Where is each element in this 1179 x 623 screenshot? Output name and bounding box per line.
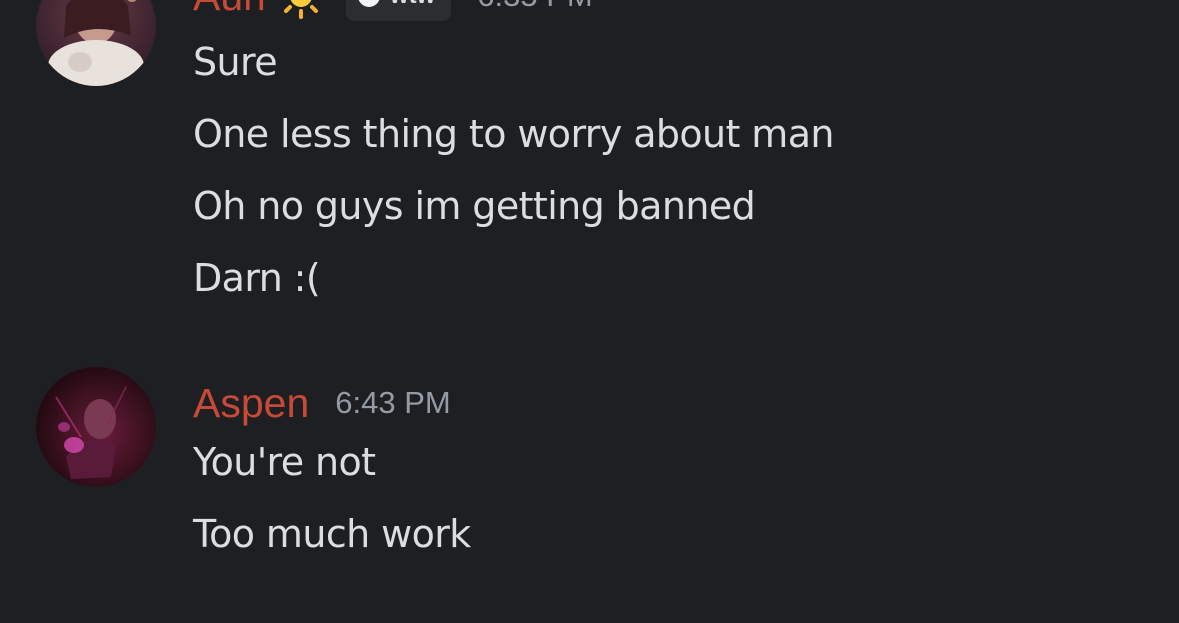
sun-icon (278, 0, 324, 19)
message-text: Too much work (193, 512, 471, 556)
message-header: Aspen 6:43 PM (193, 375, 451, 431)
message-text: One less thing to worry about man (193, 112, 835, 156)
message-text: Oh no guys im getting banned (193, 184, 756, 228)
avatar[interactable] (36, 0, 156, 86)
timestamp: 6:35 PM (477, 0, 592, 14)
message-text: Sure (193, 40, 278, 84)
role-tag-icon (357, 0, 380, 7)
message-text: You're not (193, 440, 376, 484)
role-tag[interactable]: wtw (345, 0, 452, 21)
username[interactable]: Aspen (193, 380, 309, 427)
chat-messages: Auri wt (0, 0, 1179, 623)
message-header: Auri wt (193, 0, 593, 24)
avatar-image (36, 0, 156, 86)
avatar[interactable] (36, 367, 156, 487)
username[interactable]: Auri (193, 0, 266, 20)
avatar-image (36, 367, 156, 487)
timestamp: 6:43 PM (335, 385, 451, 420)
role-tag-label: wtw (390, 0, 435, 10)
message-text: Darn :( (193, 256, 321, 300)
